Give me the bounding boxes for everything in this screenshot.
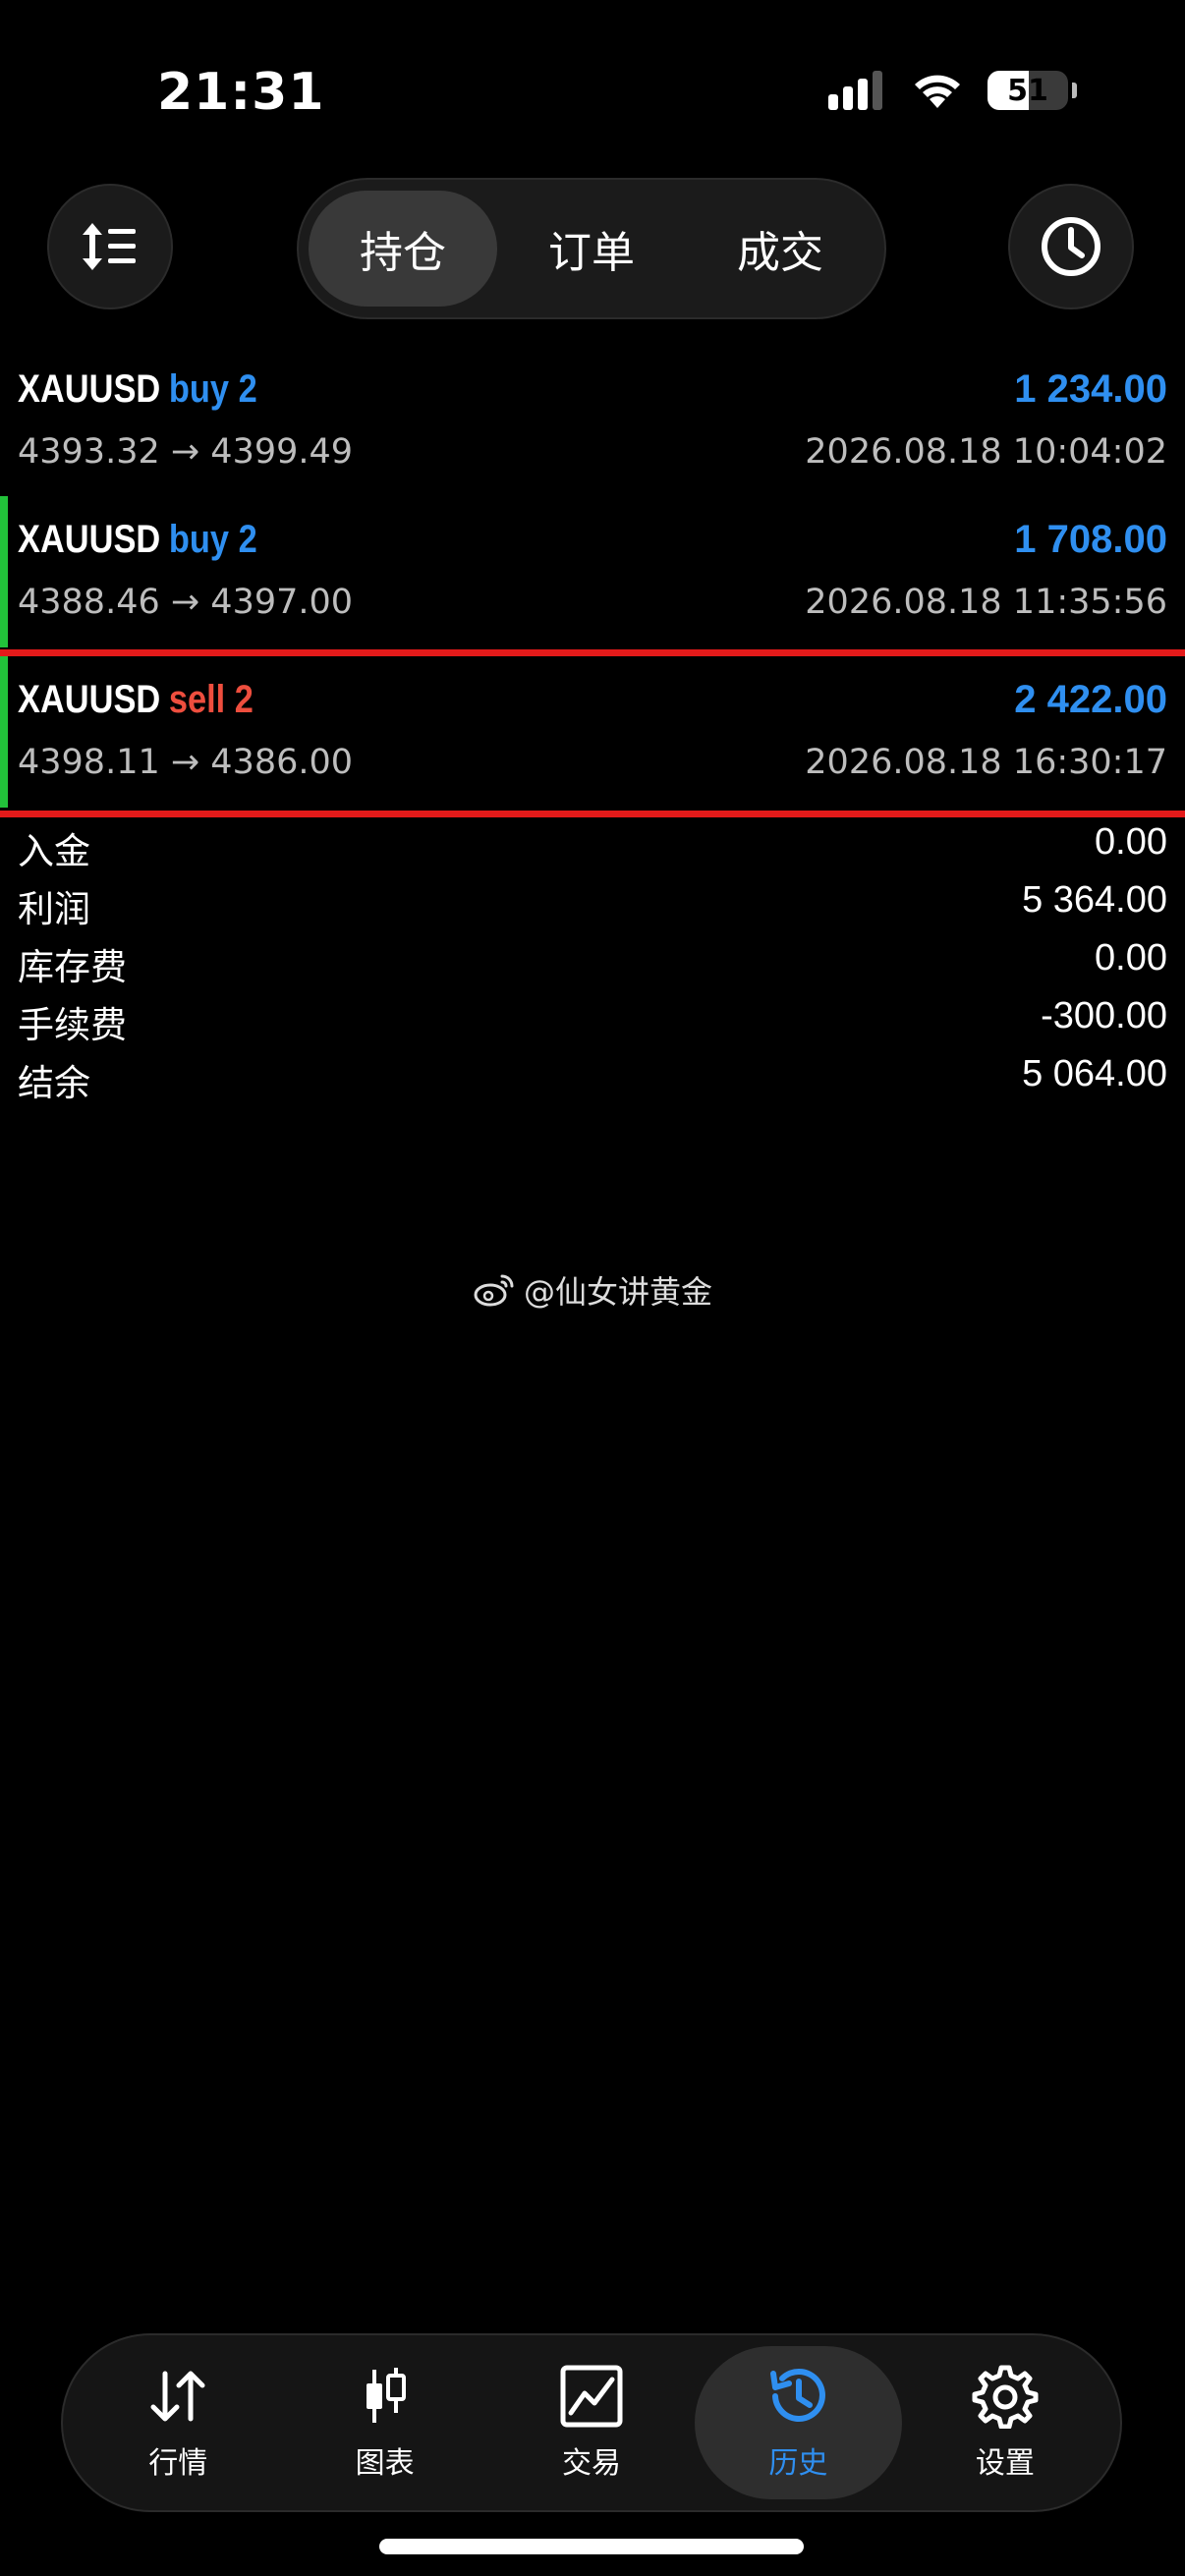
summary-label: 利润 bbox=[18, 888, 90, 930]
tab-deals[interactable]: 成交 bbox=[686, 191, 875, 307]
summary-label: 入金 bbox=[18, 830, 90, 872]
candlestick-icon bbox=[366, 2368, 406, 2423]
bottom-tab-bar: 行情 图表 交易 历史 设置 bbox=[61, 2333, 1122, 2512]
tab-label: 历史 bbox=[768, 2446, 828, 2481]
symbol-text: XAUUSD bbox=[18, 518, 161, 561]
summary-label: 结余 bbox=[18, 1062, 90, 1104]
trade-prices: 4393.32 → 4399.49 bbox=[18, 432, 354, 472]
tab-history[interactable]: 历史 bbox=[695, 2346, 902, 2499]
battery-percent: 51 bbox=[1007, 73, 1048, 108]
status-time: 21:31 bbox=[157, 63, 325, 122]
trade-profit: 1 234.00 bbox=[1014, 367, 1167, 411]
tab-quotes[interactable]: 行情 bbox=[75, 2346, 281, 2499]
trade-profit: 2 422.00 bbox=[1014, 678, 1167, 721]
cellular-signal-icon bbox=[828, 71, 882, 110]
trade-time: 2026.08.18 11:35:56 bbox=[805, 583, 1167, 622]
wifi-icon bbox=[915, 75, 960, 108]
clock-icon bbox=[1042, 217, 1100, 276]
trade-row[interactable]: XAUUSD buy 2 1 234.00 4393.32 → 4399.49 2… bbox=[0, 346, 1185, 497]
watermark: @仙女讲黄金 bbox=[0, 1267, 1185, 1313]
tab-trade[interactable]: 交易 bbox=[488, 2346, 695, 2499]
summary-profit: 利润 5 364.00 bbox=[0, 873, 1185, 931]
trade-side: buy 2 bbox=[168, 518, 257, 561]
trade-side: sell 2 bbox=[168, 678, 254, 721]
symbol-text: XAUUSD bbox=[18, 367, 161, 411]
summary-swap: 库存费 0.00 bbox=[0, 931, 1185, 989]
summary-value: 5 364.00 bbox=[1022, 879, 1167, 921]
tab-label: 行情 bbox=[148, 2446, 208, 2481]
summary-label: 手续费 bbox=[18, 1004, 127, 1046]
battery-tip bbox=[1072, 83, 1077, 98]
summary-value: 5 064.00 bbox=[1022, 1053, 1167, 1094]
account-summary: 入金 0.00 利润 5 364.00 库存费 0.00 手续费 -300.00… bbox=[0, 815, 1185, 1105]
trade-symbol: XAUUSD buy 2 bbox=[18, 367, 257, 412]
gear-icon bbox=[972, 2365, 1039, 2429]
tab-charts[interactable]: 图表 bbox=[281, 2346, 487, 2499]
tab-label: 交易 bbox=[562, 2446, 622, 2481]
trade-row[interactable]: XAUUSD buy 2 1 708.00 4388.46 → 4397.00 2… bbox=[0, 496, 1185, 647]
trade-prices: 4388.46 → 4397.00 bbox=[18, 583, 354, 622]
row-marker bbox=[0, 656, 8, 808]
highlight-line-top bbox=[0, 649, 1185, 656]
watermark-text: @仙女讲黄金 bbox=[523, 1273, 712, 1311]
summary-value: 0.00 bbox=[1095, 821, 1167, 863]
sort-icon bbox=[83, 223, 136, 270]
battery-icon: 51 bbox=[988, 71, 1068, 110]
tab-label: 设置 bbox=[975, 2446, 1035, 2481]
symbol-text: XAUUSD bbox=[18, 678, 161, 721]
weibo-icon bbox=[474, 1274, 514, 1307]
status-icons: 51 bbox=[826, 69, 1077, 112]
trade-chart-icon bbox=[560, 2365, 623, 2428]
trade-side: buy 2 bbox=[168, 367, 257, 411]
summary-value: 0.00 bbox=[1095, 937, 1167, 979]
trade-symbol: XAUUSD sell 2 bbox=[18, 678, 254, 722]
tab-orders[interactable]: 订单 bbox=[497, 191, 686, 307]
trade-symbol: XAUUSD buy 2 bbox=[18, 518, 257, 562]
row-marker bbox=[0, 496, 8, 647]
summary-label: 库存费 bbox=[18, 946, 127, 988]
arrows-up-down-icon bbox=[150, 2371, 205, 2422]
trade-prices: 4398.11 → 4386.00 bbox=[18, 743, 354, 782]
history-icon bbox=[770, 2368, 826, 2422]
trade-row[interactable]: XAUUSD sell 2 2 422.00 4398.11 → 4386.00 … bbox=[0, 656, 1185, 808]
summary-value: -300.00 bbox=[1041, 995, 1167, 1036]
tab-label: 图表 bbox=[355, 2446, 415, 2481]
summary-commission: 手续费 -300.00 bbox=[0, 989, 1185, 1047]
tab-positions[interactable]: 持仓 bbox=[309, 191, 497, 307]
status-bar: 21:31 51 bbox=[0, 0, 1185, 147]
home-indicator bbox=[379, 2539, 804, 2554]
trade-profit: 1 708.00 bbox=[1014, 518, 1167, 561]
sort-button[interactable] bbox=[47, 184, 173, 309]
tab-settings[interactable]: 设置 bbox=[902, 2346, 1108, 2499]
summary-balance: 结余 5 064.00 bbox=[0, 1047, 1185, 1105]
top-segmented-control: 持仓 订单 成交 bbox=[297, 178, 886, 319]
trade-time: 2026.08.18 16:30:17 bbox=[805, 743, 1167, 782]
time-period-button[interactable] bbox=[1008, 184, 1134, 309]
summary-deposit: 入金 0.00 bbox=[0, 815, 1185, 873]
trade-time: 2026.08.18 10:04:02 bbox=[805, 432, 1167, 472]
